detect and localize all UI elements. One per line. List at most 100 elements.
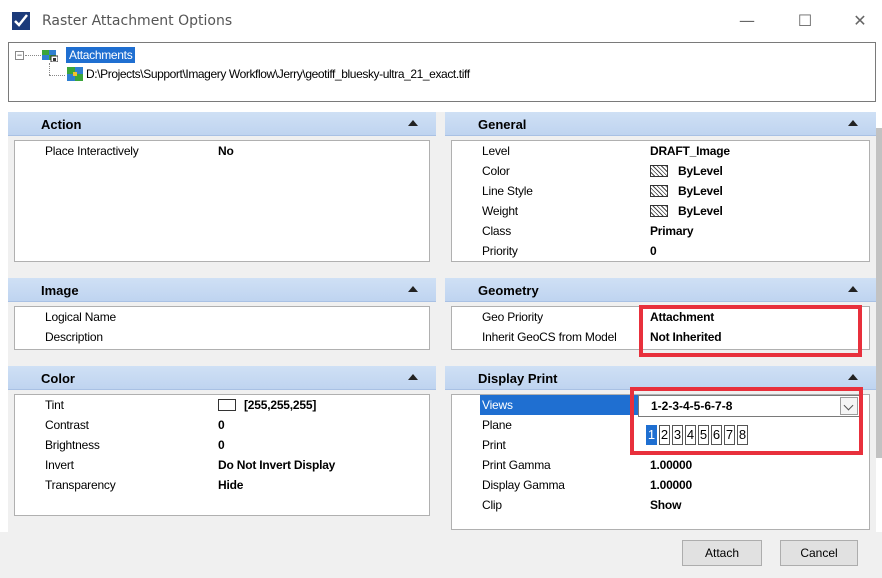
- image-property-grid: Logical Name Description: [14, 306, 430, 350]
- general-panel-header[interactable]: General: [445, 112, 876, 136]
- geometry-panel-header[interactable]: Geometry: [445, 278, 876, 302]
- tree-item-attachments[interactable]: Attachments: [66, 47, 136, 63]
- prop-row-level[interactable]: Level DRAFT_Image: [452, 141, 869, 161]
- prop-value: [255,255,255]: [244, 398, 317, 412]
- prop-row-transparency[interactable]: Transparency Hide: [15, 475, 429, 495]
- prop-row-description[interactable]: Description: [15, 327, 429, 347]
- panel-title: Display Print: [478, 371, 558, 386]
- attach-button[interactable]: Attach: [682, 540, 762, 566]
- prop-row-clip[interactable]: Clip Show: [452, 495, 869, 515]
- cancel-button[interactable]: Cancel: [780, 540, 858, 566]
- chevron-up-icon[interactable]: [408, 120, 418, 126]
- chevron-up-icon[interactable]: [408, 374, 418, 380]
- chevron-up-icon[interactable]: [848, 374, 858, 380]
- prop-label: Class: [482, 224, 512, 238]
- prop-label: Tint: [45, 398, 64, 412]
- prop-value-container[interactable]: ByLevel: [650, 201, 723, 221]
- color-panel-header[interactable]: Color: [8, 366, 436, 390]
- prop-label: Print: [482, 438, 506, 452]
- prop-label: Contrast: [45, 418, 89, 432]
- prop-value[interactable]: Do Not Invert Display: [218, 455, 335, 475]
- prop-row-print-gamma[interactable]: Print Gamma 1.00000: [452, 455, 869, 475]
- prop-row-color[interactable]: Color ByLevel: [452, 161, 869, 181]
- panel-title: Color: [41, 371, 75, 386]
- general-property-grid: Level DRAFT_Image Color ByLevel Line Sty…: [451, 140, 870, 262]
- tree-connector: [25, 55, 41, 56]
- title-bar: Raster Attachment Options — ☐ ✕: [0, 0, 882, 42]
- prop-row-logical-name[interactable]: Logical Name: [15, 307, 429, 327]
- action-property-grid: Place Interactively No: [14, 140, 430, 262]
- attachments-tree[interactable]: − Attachments D:\Projects\Support\Imager…: [8, 42, 876, 102]
- prop-label: Color: [482, 164, 510, 178]
- prop-value[interactable]: Primary: [650, 221, 693, 241]
- prop-value[interactable]: 1.00000: [650, 475, 692, 495]
- prop-row-contrast[interactable]: Contrast 0: [15, 415, 429, 435]
- prop-row-tint[interactable]: Tint [255,255,255]: [15, 395, 429, 415]
- prop-row-invert[interactable]: Invert Do Not Invert Display: [15, 455, 429, 475]
- prop-label: Priority: [482, 244, 518, 258]
- panel-title: General: [478, 117, 527, 132]
- maximize-button[interactable]: ☐: [790, 8, 820, 34]
- prop-row-brightness[interactable]: Brightness 0: [15, 435, 429, 455]
- prop-label: Line Style: [482, 184, 533, 198]
- prop-label: Description: [45, 330, 103, 344]
- prop-label: Clip: [482, 498, 502, 512]
- prop-value[interactable]: No: [218, 141, 234, 161]
- prop-label: Invert: [45, 458, 74, 472]
- panel-title: Image: [41, 283, 79, 298]
- chevron-up-icon[interactable]: [848, 120, 858, 126]
- prop-label: Brightness: [45, 438, 100, 452]
- prop-row-place-interactively[interactable]: Place Interactively No: [15, 141, 429, 161]
- panel-title: Geometry: [478, 283, 539, 298]
- prop-label: Print Gamma: [482, 458, 551, 472]
- prop-value-container[interactable]: [255,255,255]: [218, 395, 316, 415]
- prop-value[interactable]: 0: [218, 435, 225, 455]
- prop-value[interactable]: Hide: [218, 475, 243, 495]
- prop-label: Logical Name: [45, 310, 116, 324]
- prop-row-weight[interactable]: Weight ByLevel: [452, 201, 869, 221]
- prop-label: Level: [482, 144, 510, 158]
- prop-value[interactable]: 1.00000: [650, 455, 692, 475]
- prop-label: Plane: [482, 418, 512, 432]
- chevron-up-icon[interactable]: [408, 286, 418, 292]
- image-panel-header[interactable]: Image: [8, 278, 436, 302]
- prop-label: Geo Priority: [482, 310, 543, 324]
- prop-value[interactable]: 0: [650, 241, 657, 261]
- microstation-app-icon: [12, 12, 30, 30]
- prop-row-priority[interactable]: Priority 0: [452, 241, 869, 261]
- panel-title: Action: [41, 117, 82, 132]
- prop-row-display-gamma[interactable]: Display Gamma 1.00000: [452, 475, 869, 495]
- color-property-grid: Tint [255,255,255] Contrast 0 Brightness…: [14, 394, 430, 516]
- tree-item-raster-file[interactable]: D:\Projects\Support\Imagery Workflow\Jer…: [86, 67, 470, 81]
- prop-value[interactable]: Show: [650, 495, 681, 515]
- attachments-icon: [42, 50, 58, 62]
- prop-label: Weight: [482, 204, 518, 218]
- prop-row-line-style[interactable]: Line Style ByLevel: [452, 181, 869, 201]
- prop-label: Transparency: [45, 478, 116, 492]
- prop-label: Inherit GeoCS from Model: [482, 330, 617, 344]
- prop-value-container[interactable]: ByLevel: [650, 181, 723, 201]
- collapse-toggle-icon[interactable]: −: [15, 51, 24, 60]
- geometry-highlight-box: [639, 305, 862, 357]
- chevron-up-icon[interactable]: [848, 286, 858, 292]
- tint-swatch: [218, 398, 236, 411]
- hatch-swatch-icon: [650, 184, 668, 197]
- prop-value: ByLevel: [678, 184, 723, 198]
- scrollbar-thumb[interactable]: [876, 128, 882, 458]
- close-button[interactable]: ✕: [845, 8, 875, 34]
- prop-value-container[interactable]: ByLevel: [650, 161, 723, 181]
- hatch-swatch-icon: [650, 164, 668, 177]
- prop-value[interactable]: 0: [218, 415, 225, 435]
- prop-value: ByLevel: [678, 204, 723, 218]
- minimize-button[interactable]: —: [732, 8, 762, 34]
- action-panel: Action Place Interactively No: [8, 112, 436, 268]
- tree-connector: [49, 63, 50, 75]
- color-panel: Color Tint [255,255,255] Contrast 0 Brig…: [8, 366, 436, 522]
- window-title: Raster Attachment Options: [42, 13, 233, 29]
- prop-row-class[interactable]: Class Primary: [452, 221, 869, 241]
- views-highlight-box: [630, 387, 863, 455]
- prop-label: Display Gamma: [482, 478, 565, 492]
- tree-connector: [49, 75, 65, 76]
- prop-value[interactable]: DRAFT_Image: [650, 141, 730, 161]
- action-panel-header[interactable]: Action: [8, 112, 436, 136]
